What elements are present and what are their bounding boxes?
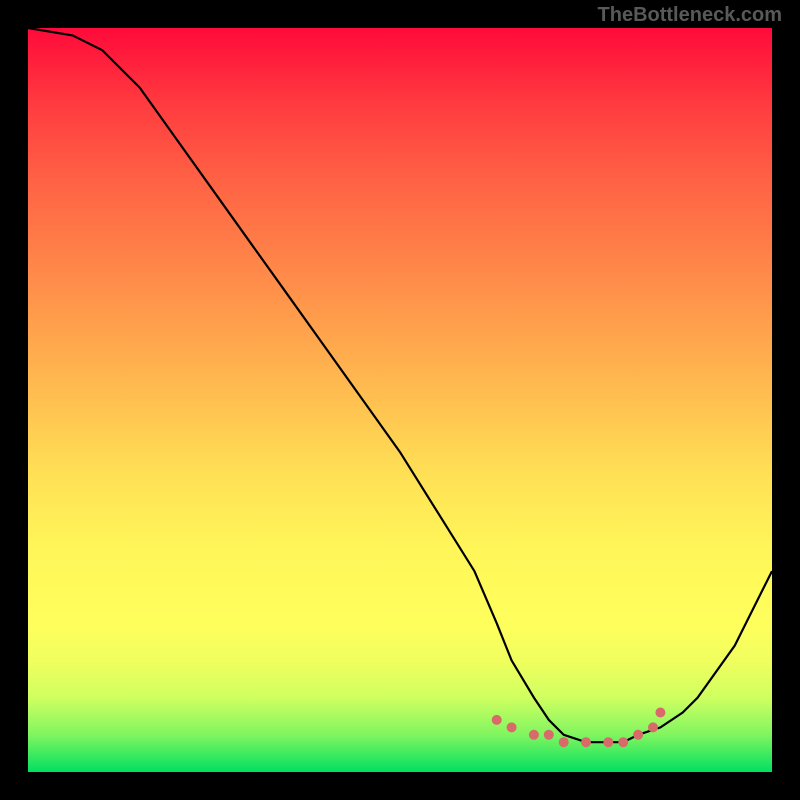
marker-dot [633,730,643,740]
marker-dot [648,722,658,732]
marker-dot [618,737,628,747]
marker-dot [544,730,554,740]
marker-dot [507,722,517,732]
marker-dot [492,715,502,725]
marker-group [492,708,666,748]
marker-dot [581,737,591,747]
marker-dot [603,737,613,747]
curve-line [28,28,772,742]
marker-dot [655,708,665,718]
marker-dot [559,737,569,747]
chart-svg [28,28,772,772]
plot-area [28,28,772,772]
watermark-text: TheBottleneck.com [598,4,782,27]
marker-dot [529,730,539,740]
